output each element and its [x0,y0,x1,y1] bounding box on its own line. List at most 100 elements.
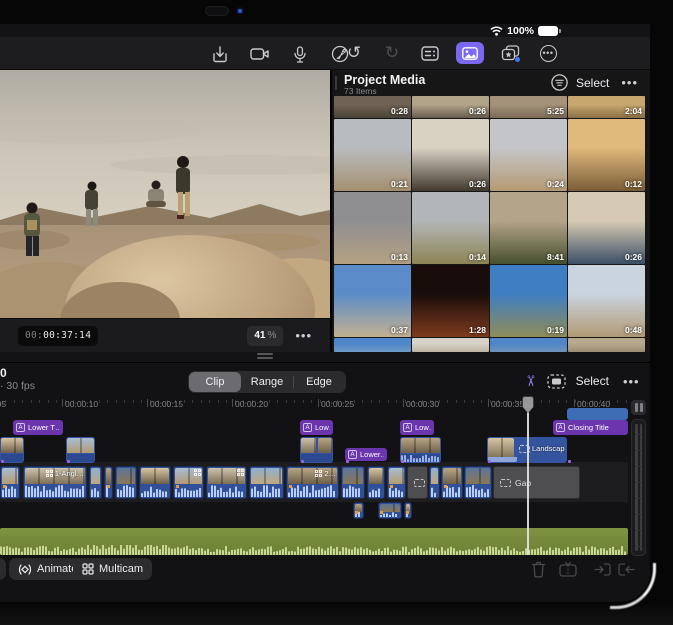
primary-storyline-clip[interactable] [173,466,204,499]
connected-clip-below[interactable] [353,502,364,519]
primary-storyline-clip[interactable] [341,466,365,499]
clip-thumbnail [466,468,490,484]
clip-thumbnail [141,468,169,484]
clip-label: 2… [324,469,336,478]
primary-storyline-clip[interactable] [367,466,385,499]
playhead-line [527,412,529,555]
connected-clip-below[interactable] [404,502,412,519]
app-screen: 100% ↺ ↻ [0,24,650,602]
clip-thumbnail [431,468,438,484]
animate-label: Animate [37,563,77,575]
connected-video-clip[interactable] [300,437,333,463]
primary-storyline-clip[interactable] [115,466,137,499]
primary-storyline-clip[interactable] [429,466,440,499]
multicam-clip-icon [315,470,322,477]
connected-clip-below[interactable] [378,502,402,519]
multicam-clip-icon [237,469,244,476]
primary-storyline-clip[interactable] [249,466,284,499]
multicam-label: Multicam [99,563,143,575]
clip-connector [1,460,4,463]
vertical-zoom-slider[interactable] [631,419,646,556]
clip-connector [488,460,491,463]
title-icon: A [556,423,565,432]
title-clip-label: Lower T… [28,423,60,432]
gap-clip[interactable]: Gap [407,466,428,499]
clip-label: 1-Angl… [55,469,84,478]
clip-tag: 1-Angl… [46,469,84,478]
connected-video-clip[interactable] [400,437,441,463]
title-clip[interactable]: ALower… [345,448,387,461]
clip-connector [346,460,349,463]
animate-icon [18,563,32,576]
keyframe-marker [406,511,409,514]
timeline-bottom-bar: Animate Multicam [0,558,650,584]
clip-base [488,457,517,462]
track-height-icon [631,400,646,415]
clip-thumbnail [91,468,100,484]
gap-icon [414,479,425,487]
gap-icon [500,479,511,487]
primary-storyline-clip[interactable] [139,466,171,499]
clip-waveform [251,484,282,497]
title-clip[interactable]: ALow… [400,420,434,435]
clip-waveform [431,484,438,497]
title-icon: A [403,423,412,432]
connected-clip[interactable] [567,408,628,420]
primary-storyline-clip[interactable] [441,466,463,499]
clip-connector [67,460,70,463]
primary-storyline-clip[interactable] [89,466,102,499]
gap-clip[interactable]: Gap [493,466,580,499]
clip-waveform [288,484,337,497]
clip-thumbnail [389,468,404,484]
keyframe-marker [380,511,383,514]
clip-waveform [466,484,490,497]
primary-storyline-clip[interactable] [387,466,406,499]
clip-thumbnail [443,468,461,484]
clip-waveform [380,511,400,517]
clip-connector [401,460,404,463]
primary-storyline-clip[interactable] [464,466,492,499]
clip-thumbnail [106,468,111,484]
connected-video-clip[interactable] [0,437,24,463]
clip-tag: Landscap… [519,444,565,453]
insert-left-icon [592,559,612,579]
title-clip[interactable]: ALower T… [13,420,63,435]
title-clip[interactable]: ALow… [300,420,333,435]
multicam-icon [82,563,94,575]
clip-thumbnail [318,438,333,453]
primary-storyline-clip[interactable] [104,466,113,499]
ipad-device: 100% ↺ ↻ [0,0,673,625]
clip-waveform [175,484,202,497]
multicam-button[interactable]: Multicam [73,558,152,580]
camera-indicator-light [238,9,242,13]
device-bezel-right [650,0,673,625]
primary-storyline-clip[interactable]: 1-Angl… [23,466,87,499]
title-clip-label: Lower… [360,450,384,459]
keyframe-marker [3,485,6,488]
clip-thumbnail [67,438,94,453]
clip-thumbnail [401,438,440,453]
connected-video-clip[interactable] [66,437,95,463]
primary-storyline-clip[interactable] [206,466,247,499]
clip-base [301,454,332,462]
clip-thumbnail [2,468,18,484]
clip-waveform [91,484,100,497]
title-icon: A [16,423,25,432]
title-clip-label: Low… [315,423,330,432]
clip-waveform [25,484,85,497]
title-clip[interactable]: AClosing Title [553,420,628,435]
clip-base [401,454,440,462]
clip-connector [568,460,571,463]
clip-thumbnail [1,438,23,453]
primary-storyline-clip[interactable]: 2… [286,466,339,499]
timeline-tracks: ALower T…ALow…ALow…AClosing TitleALower…… [0,24,650,602]
primary-storyline-clip[interactable] [0,466,20,499]
music-audio-clip[interactable] [0,528,628,555]
clip-thumbnail [369,468,383,484]
title-icon: A [348,450,357,459]
clipped-button[interactable] [0,558,6,580]
multicam-clip-icon [46,470,53,477]
keyframe-marker [289,485,292,488]
clip-waveform [117,484,135,497]
keyframe-marker [444,485,447,488]
